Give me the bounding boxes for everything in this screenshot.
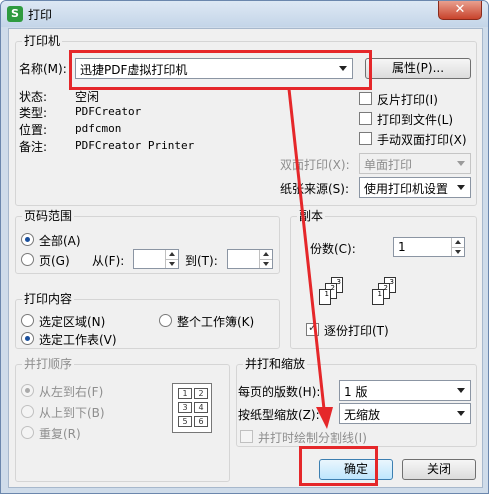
repeat-radio[interactable] [21, 426, 34, 439]
copies-count-label: 份数(C): [310, 242, 356, 256]
left-to-right-label: 从左到右(F) [39, 385, 104, 399]
print-content-title: 打印内容 [22, 292, 75, 306]
order-cell: 3 [178, 402, 192, 413]
printer-name-label: 名称(M): [19, 62, 67, 76]
status-value: 空闲 [75, 90, 100, 104]
page-range-all-label: 全部(A) [39, 234, 81, 248]
duplex-value: 单面打印 [364, 158, 413, 172]
order-cell: 4 [194, 402, 208, 413]
left-to-right-radio[interactable] [21, 384, 34, 397]
worksheet-label: 选定工作表(V) [39, 333, 117, 347]
type-value: PDFCreator [75, 105, 142, 118]
selection-label: 选定区域(N) [39, 315, 106, 329]
print-order-preview: 1 2 3 4 5 6 [172, 383, 212, 433]
scale-label: 按纸型缩放(Z): [238, 408, 320, 422]
paper-source-select[interactable]: 使用打印机设置 [359, 177, 471, 198]
page-range-pages-radio[interactable] [21, 253, 34, 266]
print-dialog: S 打印 ✕ 打印机 名称(M): 迅捷PDF虚拟打印机 属性(P)... 状态… [0, 0, 489, 494]
status-label: 状态: [19, 90, 48, 104]
collate-checkbox[interactable] [306, 321, 319, 336]
page-range-pages-label: 页(G) [39, 254, 70, 268]
print-order-title: 并打顺序 [22, 357, 75, 371]
dialog-body: 打印机 名称(M): 迅捷PDF虚拟打印机 属性(P)... 状态: 空闲 类型… [8, 28, 483, 488]
window-title: 打印 [28, 8, 53, 22]
manual-duplex-checkbox[interactable] [359, 132, 372, 145]
draw-borders-checkbox[interactable] [240, 430, 253, 443]
page-icon: 1 [319, 289, 331, 305]
from-label: 从(F): [92, 254, 125, 268]
location-value: pdfcmon [75, 122, 122, 135]
spin-down-icon[interactable] [165, 259, 178, 268]
workbook-radio[interactable] [159, 314, 172, 327]
duplex-label: 双面打印(X): [280, 158, 350, 172]
scale-select[interactable]: 无缩放 [339, 403, 471, 424]
copies-count-value: 1 [398, 240, 406, 254]
print-to-file-checkbox[interactable] [359, 112, 372, 125]
printer-group-title: 打印机 [22, 34, 63, 48]
chevron-down-icon [457, 185, 465, 190]
scale-value: 无缩放 [344, 408, 381, 422]
top-to-bottom-radio[interactable] [21, 405, 34, 418]
worksheet-radio[interactable] [21, 332, 34, 345]
copies-count-spinner[interactable]: 1 [393, 237, 465, 257]
page-range-all-radio[interactable] [21, 233, 34, 246]
page-range-title: 页码范围 [22, 209, 75, 223]
reverse-print-checkbox[interactable] [359, 92, 372, 105]
spin-up-icon[interactable] [451, 238, 464, 247]
workbook-label: 整个工作簿(K) [177, 315, 255, 329]
draw-borders-label: 并打时绘制分割线(I) [258, 431, 367, 445]
paper-source-label: 纸张来源(S): [280, 182, 350, 196]
order-cell: 1 [178, 388, 192, 399]
zoom-title: 并打和缩放 [243, 357, 308, 371]
manual-duplex-label: 手动双面打印(X) [377, 133, 467, 147]
close-button[interactable]: 关闭 [402, 459, 476, 480]
properties-button[interactable]: 属性(P)... [365, 58, 471, 79]
order-cell: 5 [178, 416, 192, 427]
wps-app-icon: S [7, 6, 23, 22]
spin-up-icon[interactable] [165, 250, 178, 259]
spin-down-icon[interactable] [451, 247, 464, 256]
spin-down-icon[interactable] [259, 259, 272, 268]
ok-button-highlight [299, 446, 378, 486]
chevron-down-icon [457, 161, 465, 166]
pages-per-sheet-label: 每页的版数(H): [238, 385, 321, 399]
paper-source-value: 使用打印机设置 [364, 182, 449, 196]
title-bar: S 打印 ✕ [1, 1, 488, 27]
order-cell: 2 [194, 388, 208, 399]
print-to-file-label: 打印到文件(L) [377, 113, 454, 127]
comment-label: 备注: [19, 140, 48, 154]
comment-value: PDFCreator Printer [75, 139, 195, 152]
type-label: 类型: [19, 106, 48, 120]
spin-up-icon[interactable] [259, 250, 272, 259]
duplex-select[interactable]: 单面打印 [359, 153, 471, 174]
pages-per-sheet-value: 1 版 [344, 385, 368, 399]
to-page-spinner[interactable] [227, 249, 273, 269]
copies-title: 副本 [297, 209, 326, 223]
top-to-bottom-label: 从上到下(B) [39, 406, 105, 420]
to-label: 到(T): [185, 254, 218, 268]
printer-select-highlight [69, 50, 372, 90]
repeat-label: 重复(R) [39, 427, 81, 441]
order-cell: 6 [194, 416, 208, 427]
collate-label: 逐份打印(T) [324, 324, 389, 338]
chevron-down-icon [457, 411, 465, 416]
reverse-print-label: 反片打印(I) [377, 93, 438, 107]
pages-per-sheet-select[interactable]: 1 版 [339, 380, 471, 401]
page-icon: 1 [372, 289, 384, 305]
from-page-spinner[interactable] [133, 249, 179, 269]
chevron-down-icon [457, 388, 465, 393]
location-label: 位置: [19, 123, 48, 137]
selection-radio[interactable] [21, 314, 34, 327]
window-close-button[interactable]: ✕ [438, 1, 482, 20]
